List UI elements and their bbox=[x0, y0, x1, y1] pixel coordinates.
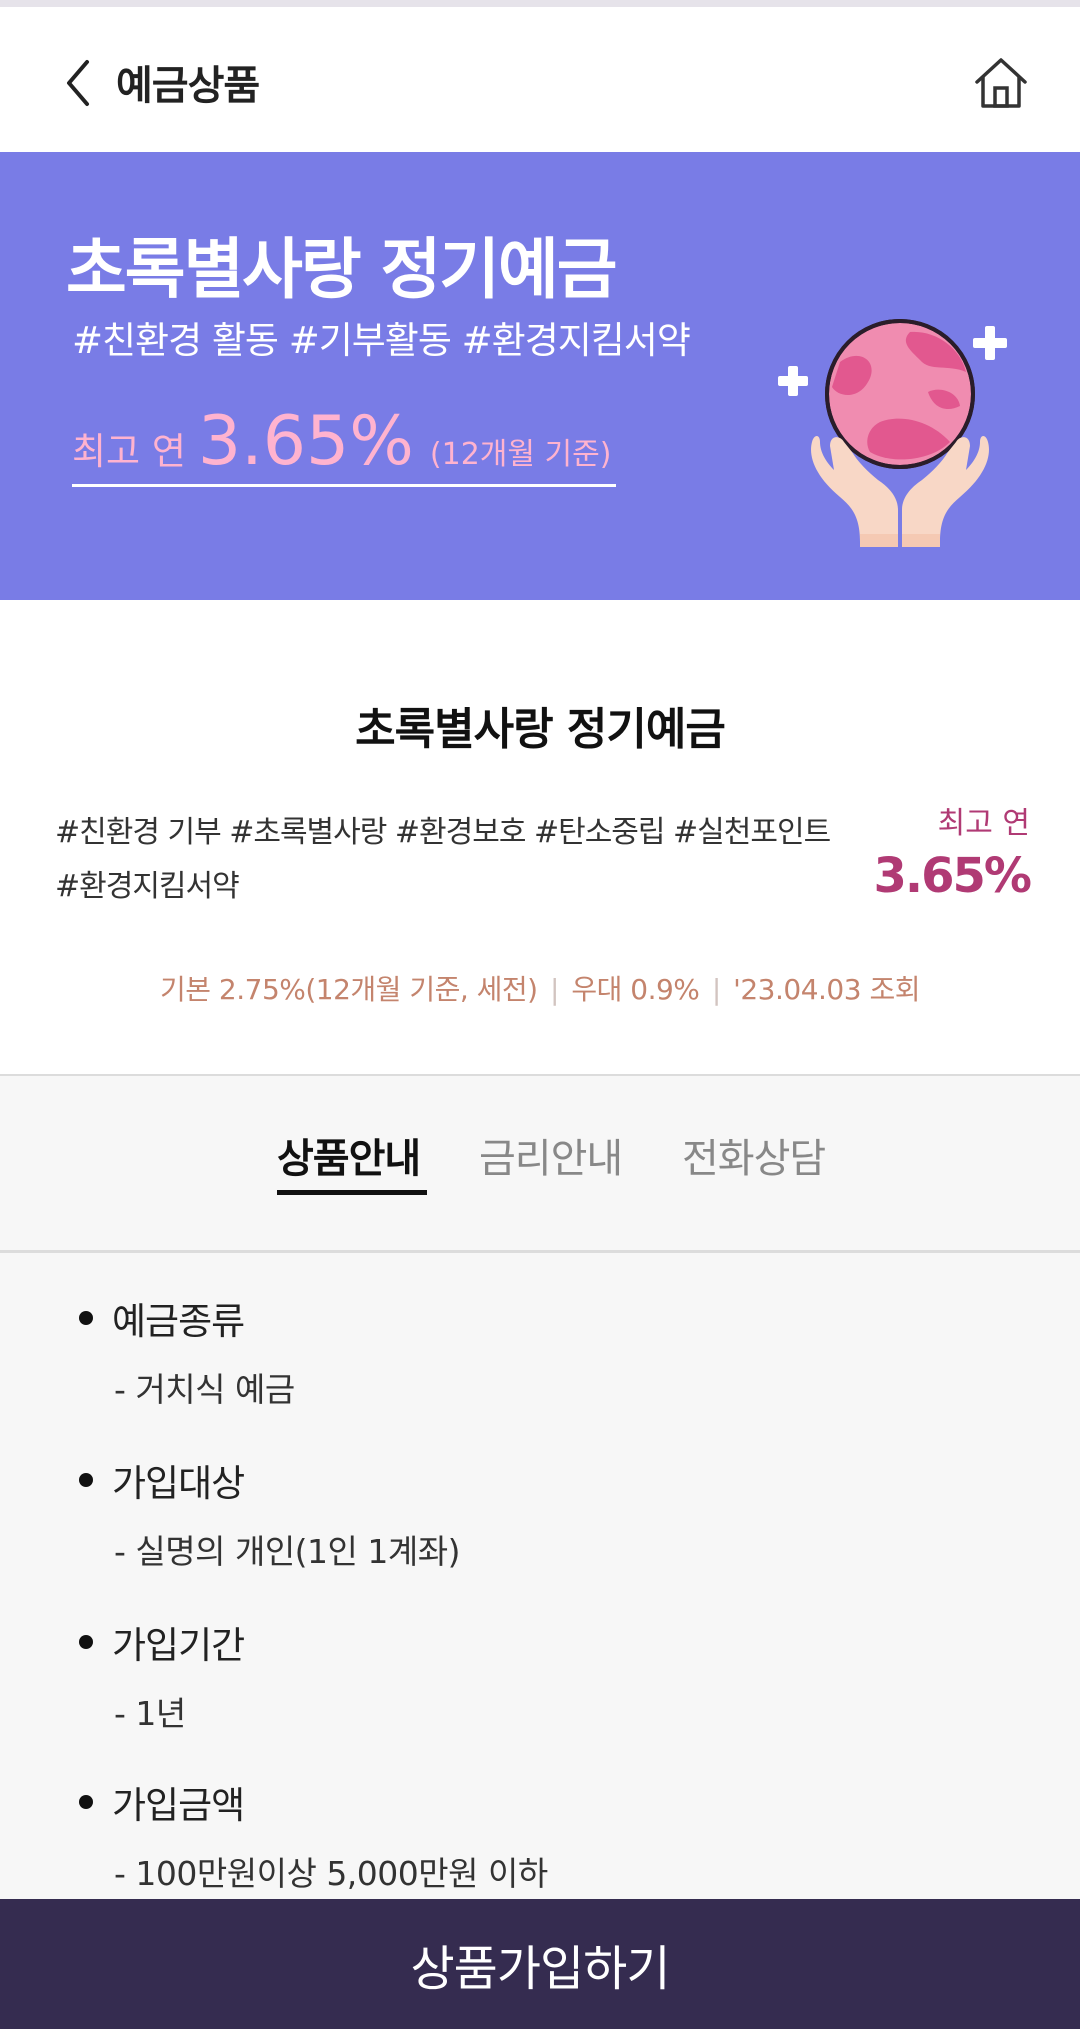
inquiry-date-text: '23.04.03 조회 bbox=[733, 973, 920, 1006]
separator: | bbox=[550, 973, 559, 1006]
tab-bar: 상품안내 금리안내 전화상담 bbox=[0, 1076, 1080, 1250]
info-body: - 실명의 개인(1인 1계좌) bbox=[114, 1532, 461, 1571]
info-body: - 100만원이상 5,000만원 이하 bbox=[114, 1854, 548, 1893]
promo-banner[interactable]: 초록별사랑 정기예금 #친환경 활동 #기부활동 #환경지킴서약 최고 연 3.… bbox=[0, 152, 1080, 600]
chevron-left-icon bbox=[67, 60, 89, 106]
banner-underline bbox=[72, 484, 616, 487]
bullet-icon bbox=[79, 1635, 93, 1649]
rate-detail: 기본 2.75%(12개월 기준, 세전) | 우대 0.9% | '23.04… bbox=[0, 968, 1080, 1008]
bullet-icon bbox=[79, 1795, 93, 1809]
home-button[interactable] bbox=[966, 47, 1036, 119]
list-item: 가입기간 - 1년 bbox=[0, 1605, 1080, 1767]
tab-phone-consult[interactable]: 전화상담 bbox=[682, 1126, 826, 1184]
product-title: 초록별사랑 정기예금 bbox=[355, 704, 726, 755]
product-tags: #친환경 기부 #초록별사랑 #환경보호 #탄소중립 #실천포인트 #환경지킴서… bbox=[55, 815, 831, 904]
product-summary: 초록별사랑 정기예금 #친환경 기부 #초록별사랑 #환경보호 #탄소중립 #실… bbox=[0, 600, 1080, 1074]
list-item: 가입금액 - 100만원이상 5,000만원 이하 bbox=[0, 1765, 1080, 1899]
tab-product-info[interactable]: 상품안내 bbox=[277, 1126, 421, 1184]
max-rate-label: 최고 연 bbox=[937, 806, 1030, 841]
info-body: - 1년 bbox=[114, 1694, 186, 1733]
list-item: 가입대상 - 실명의 개인(1인 1계좌) bbox=[0, 1443, 1080, 1605]
info-heading: 가입금액 bbox=[112, 1784, 245, 1827]
bullet-icon bbox=[79, 1473, 93, 1487]
product-info-list: 예금종류 - 거치식 예금 가입대상 - 실명의 개인(1인 1계좌) 가입기간… bbox=[0, 1253, 1080, 1899]
base-rate-text: 기본 2.75%(12개월 기준, 세전) bbox=[160, 973, 538, 1006]
info-heading: 예금종류 bbox=[112, 1300, 245, 1343]
banner-title: 초록별사랑 정기예금 bbox=[66, 231, 617, 308]
list-item: 예금종류 - 거치식 예금 bbox=[0, 1281, 1080, 1443]
max-rate-value: 3.65% bbox=[873, 848, 1032, 904]
tab-rate-info[interactable]: 금리안내 bbox=[479, 1126, 623, 1184]
join-product-button[interactable]: 상품가입하기 bbox=[0, 1899, 1080, 2029]
banner-rate: 최고 연 3.65% (12개월 기준) bbox=[72, 402, 612, 481]
banner-rate-prefix: 최고 연 bbox=[72, 430, 186, 473]
banner-rate-value: 3.65% bbox=[197, 402, 414, 481]
separator: | bbox=[711, 973, 721, 1006]
status-divider bbox=[0, 0, 1080, 7]
app-header: 예금상품 bbox=[0, 7, 1080, 152]
banner-tags: #친환경 활동 #기부활동 #환경지킴서약 bbox=[72, 319, 691, 362]
active-tab-indicator bbox=[277, 1190, 427, 1195]
info-heading: 가입대상 bbox=[112, 1462, 245, 1505]
banner-rate-note: (12개월 기준) bbox=[429, 437, 612, 472]
home-icon bbox=[975, 58, 1027, 108]
bullet-icon bbox=[79, 1311, 93, 1325]
bonus-rate-text: 우대 0.9% bbox=[571, 973, 700, 1006]
page-title: 예금상품 bbox=[116, 63, 260, 109]
join-product-label: 상품가입하기 bbox=[410, 1941, 671, 1997]
info-heading: 가입기간 bbox=[112, 1624, 245, 1667]
globe-in-hands-icon bbox=[778, 319, 1007, 547]
back-button[interactable] bbox=[48, 47, 108, 119]
info-body: - 거치식 예금 bbox=[114, 1370, 295, 1409]
